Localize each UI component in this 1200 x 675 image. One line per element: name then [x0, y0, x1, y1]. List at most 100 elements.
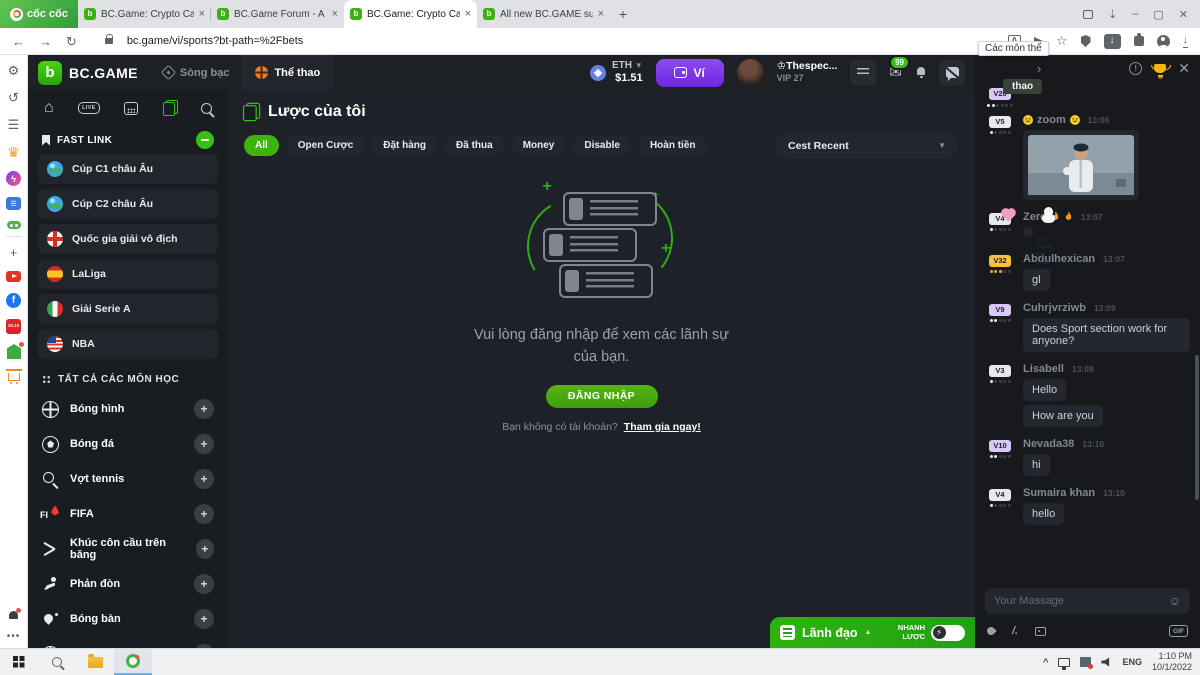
sport-basketball-sim[interactable]: Bóng hình: [28, 394, 228, 424]
add-shortcut-icon[interactable]: +: [6, 244, 22, 260]
sort-dropdown[interactable]: Cest Recent ▼: [775, 133, 959, 158]
language-indicator[interactable]: ENG: [1122, 657, 1142, 667]
sport-tennis[interactable]: Vợt tennis: [28, 464, 228, 494]
expand-plus-button[interactable]: [194, 469, 214, 489]
profile-icon[interactable]: [1157, 35, 1170, 48]
info-icon[interactable]: !: [1129, 62, 1142, 75]
sport-counter-strike[interactable]: Phản đòn: [28, 569, 228, 599]
expand-plus-button[interactable]: [194, 399, 214, 419]
currency-selector[interactable]: ETH ▼ $1.51: [590, 60, 643, 85]
collapse-button[interactable]: [196, 131, 214, 149]
zalo-icon[interactable]: ☰: [6, 197, 21, 210]
emoji-picker-icon[interactable]: ☺: [1169, 594, 1181, 608]
chat-toggle-button[interactable]: [939, 60, 965, 86]
browser-tab-2[interactable]: BC.Game Forum - A Cryptoc ×: [211, 0, 344, 28]
notification-icon[interactable]: [1080, 657, 1091, 667]
fast-link-cup-c1[interactable]: Cúp C1 châu Âu: [38, 154, 218, 184]
settings-gear-icon[interactable]: ⚙: [6, 63, 22, 79]
sport-basketball[interactable]: Bóng rổ: [28, 639, 228, 648]
user-info[interactable]: ♔Thespec... VIP 27: [777, 60, 838, 84]
login-button[interactable]: ĐĂNG NHẬP: [546, 385, 658, 408]
user-avatar[interactable]: [737, 59, 764, 86]
gamepad-icon[interactable]: [7, 221, 21, 229]
chevron-right-icon[interactable]: ›: [1037, 61, 1041, 76]
message-author[interactable]: Cuhrjvrziwb13:09: [1023, 299, 1190, 314]
wallet-button[interactable]: Ví: [656, 59, 724, 87]
fast-link-cup-c2[interactable]: Cúp C2 châu Âu: [38, 189, 218, 219]
close-button[interactable]: ✕: [1179, 8, 1188, 21]
history-icon[interactable]: ↺: [6, 90, 22, 106]
sport-soccer[interactable]: Bóng đá: [28, 429, 228, 459]
filter-refund[interactable]: Hoàn tiền: [639, 135, 707, 156]
my-bets-icon[interactable]: [163, 100, 177, 116]
show-hidden-icons[interactable]: ^: [1043, 657, 1048, 667]
minimize-button[interactable]: –: [1132, 8, 1138, 20]
trophy-icon[interactable]: [1154, 64, 1166, 73]
home-icon[interactable]: ⌂: [44, 100, 54, 116]
sport-table-tennis[interactable]: Bóng bàn: [28, 604, 228, 634]
browser-tab-1[interactable]: BC.Game: Crypto Casino Gan ×: [78, 0, 211, 28]
maximize-button[interactable]: ▢: [1153, 8, 1163, 21]
back-icon[interactable]: ←: [12, 35, 25, 48]
fast-link-laliga[interactable]: LaLiga: [38, 259, 218, 289]
coccoc-brand[interactable]: cốc cốc: [0, 0, 78, 28]
speaker-icon[interactable]: [1101, 657, 1112, 667]
reload-icon[interactable]: ↻: [66, 35, 77, 48]
bcgame-logo-text[interactable]: BC.GAME: [69, 65, 138, 81]
facebook-icon[interactable]: f: [6, 293, 21, 308]
download-box-icon[interactable]: ↓: [1104, 34, 1121, 49]
crown-icon[interactable]: ♛: [6, 144, 22, 160]
shopping-cart-icon[interactable]: [8, 373, 20, 381]
youtube-icon[interactable]: [6, 271, 21, 282]
nav-sports[interactable]: Thể thao: [242, 55, 333, 90]
forward-icon[interactable]: →: [39, 35, 52, 48]
home-store-icon[interactable]: [7, 349, 21, 359]
coccoc-taskbar-button[interactable]: [114, 649, 152, 675]
nav-casino[interactable]: Sòng bạc: [150, 55, 243, 90]
filter-money[interactable]: Money: [512, 135, 566, 156]
news-feed-icon[interactable]: ☰: [6, 117, 22, 133]
join-now-link[interactable]: Tham gia ngay!: [624, 421, 701, 433]
expand-plus-button[interactable]: [194, 574, 214, 594]
chat-scrollbar[interactable]: [1195, 355, 1199, 500]
tab-close-icon[interactable]: ×: [199, 8, 205, 20]
more-icon[interactable]: •••: [7, 631, 21, 642]
bookmark-star-icon[interactable]: ☆: [1056, 33, 1068, 49]
tab-close-icon[interactable]: ×: [332, 8, 338, 20]
filter-lost[interactable]: Đã thua: [445, 135, 504, 156]
bcgame-logo-icon[interactable]: [38, 61, 62, 85]
rain-icon[interactable]: [985, 625, 996, 636]
messenger-icon[interactable]: ϟ: [6, 171, 21, 186]
expand-plus-button[interactable]: [194, 609, 214, 629]
taskbar-search-button[interactable]: [38, 649, 76, 675]
clock[interactable]: 1:10 PM 10/1/2022: [1152, 651, 1192, 674]
chat-input[interactable]: [994, 595, 1169, 607]
fast-link-nba[interactable]: NBA: [38, 329, 218, 359]
bet-slip-list-button[interactable]: [850, 60, 876, 86]
filter-open[interactable]: Open Cược: [287, 135, 364, 156]
network-icon[interactable]: [1058, 658, 1070, 667]
gif-message[interactable]: [1023, 130, 1139, 200]
tab-close-icon[interactable]: ×: [465, 8, 471, 20]
file-explorer-button[interactable]: [76, 649, 114, 675]
calendar-icon[interactable]: [124, 102, 138, 115]
fast-link-premier-league[interactable]: Quốc gia giải vô địch: [38, 224, 218, 254]
slash-command-icon[interactable]: /.: [1012, 625, 1018, 637]
lock-icon[interactable]: [105, 38, 113, 44]
new-tab-button[interactable]: +: [610, 6, 636, 22]
download-tray-icon[interactable]: ↓: [1183, 35, 1189, 48]
downloads-icon[interactable]: ⇣: [1108, 8, 1117, 21]
shield-icon[interactable]: [1081, 35, 1091, 47]
browser-tab-4[interactable]: All new BC.GAME survey & fe ×: [477, 0, 610, 28]
gif-picker-button[interactable]: GIF: [1169, 625, 1188, 637]
browser-tab-3-active[interactable]: BC.Game: Crypto Casino Gan ×: [344, 0, 477, 28]
message-author[interactable]: Nevada3813:10: [1023, 435, 1190, 450]
sticker-message[interactable]: You make my heart smile.: [1023, 227, 1033, 237]
inbox-button[interactable]: ✉ 99: [889, 64, 902, 82]
tab-close-icon[interactable]: ×: [598, 8, 604, 20]
sport-ice-hockey[interactable]: Khúc côn cầu trên băng: [28, 534, 228, 564]
close-chat-icon[interactable]: ✕: [1178, 60, 1190, 77]
expand-plus-button[interactable]: [194, 434, 214, 454]
search-icon[interactable]: [201, 103, 212, 114]
coupon-icon[interactable]: [1035, 627, 1046, 636]
